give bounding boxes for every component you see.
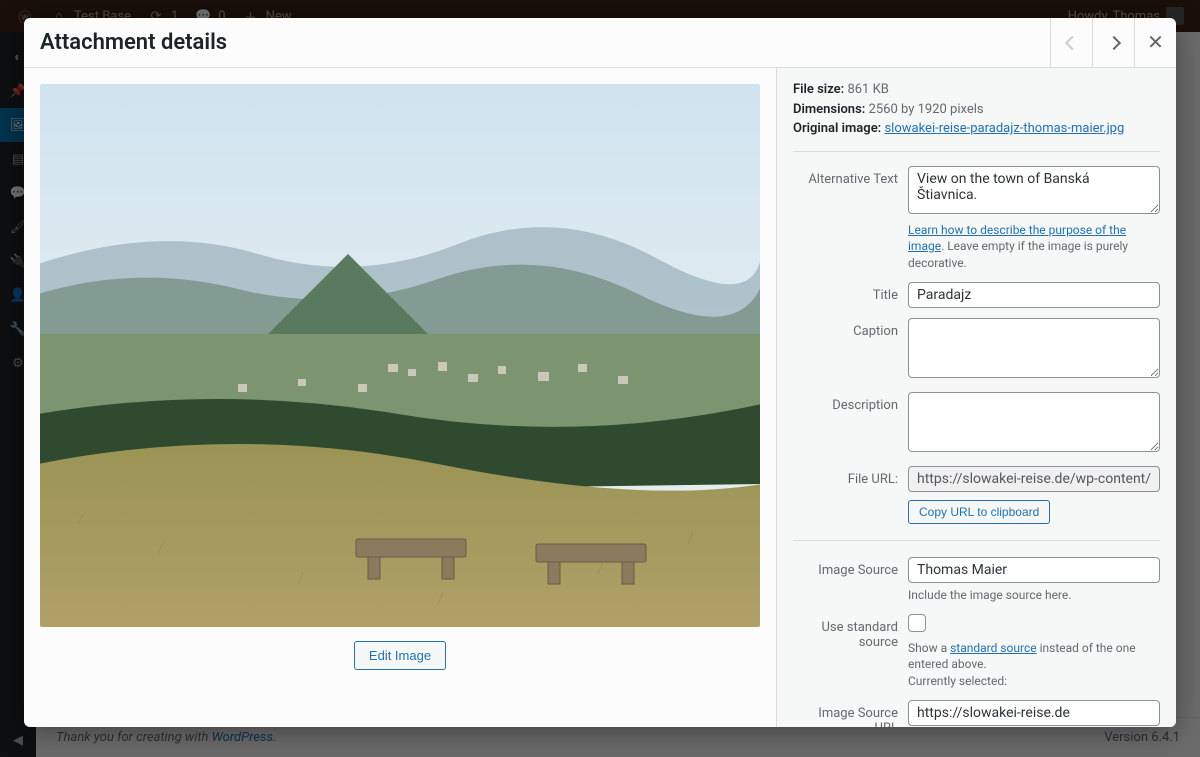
separator bbox=[793, 540, 1160, 541]
original-image-label: Original image: bbox=[793, 121, 881, 136]
modal-content: Edit Image File size: 861 KB Dimensions:… bbox=[24, 68, 1176, 727]
close-modal-button[interactable]: ✕ bbox=[1134, 18, 1176, 68]
modal-header: Attachment details ✕ bbox=[24, 18, 1176, 68]
attachment-details: File size: 861 KB Dimensions: 2560 by 19… bbox=[793, 80, 1160, 152]
dimensions-value: 2560 by 1920 pixels bbox=[869, 102, 984, 117]
attachment-info-panel: File size: 861 KB Dimensions: 2560 by 19… bbox=[776, 68, 1176, 727]
image-source-url-label: Image Source URL bbox=[793, 700, 908, 727]
file-url-input[interactable] bbox=[908, 466, 1160, 492]
chevron-right-icon bbox=[1106, 35, 1120, 49]
title-label: Title bbox=[793, 282, 908, 303]
attachment-settings: Alternative Text Learn how to describe t… bbox=[793, 166, 1160, 728]
attachment-image bbox=[40, 84, 760, 627]
image-source-label: Image Source bbox=[793, 557, 908, 578]
use-standard-source-label: Use standard source bbox=[793, 614, 908, 650]
caption-label: Caption bbox=[793, 318, 908, 339]
description-label: Description bbox=[793, 392, 908, 413]
caption-input[interactable] bbox=[908, 318, 1160, 378]
prev-attachment-button bbox=[1050, 18, 1092, 68]
file-size-label: File size: bbox=[793, 82, 844, 97]
description-input[interactable] bbox=[908, 392, 1160, 452]
use-standard-help-line2: Currently selected: bbox=[908, 674, 1007, 688]
original-image-link[interactable]: slowakei-reise-paradajz-thomas-maier.jpg bbox=[884, 121, 1124, 136]
edit-image-button[interactable]: Edit Image bbox=[354, 641, 446, 670]
image-source-help: Include the image source here. bbox=[908, 587, 1160, 604]
alt-text-input[interactable] bbox=[908, 166, 1160, 214]
file-url-label: File URL: bbox=[793, 466, 908, 487]
next-attachment-button[interactable] bbox=[1092, 18, 1134, 68]
chevron-left-icon bbox=[1064, 35, 1078, 49]
title-input[interactable] bbox=[908, 282, 1160, 308]
dimensions-label: Dimensions: bbox=[793, 102, 865, 117]
standard-source-link[interactable]: standard source bbox=[950, 641, 1037, 655]
alt-help-tail: . Leave empty if the image is purely dec… bbox=[908, 239, 1128, 270]
close-icon: ✕ bbox=[1147, 30, 1164, 55]
attachment-media-view: Edit Image bbox=[24, 68, 776, 727]
file-size-value: 861 KB bbox=[847, 82, 888, 97]
image-source-input[interactable] bbox=[908, 557, 1160, 583]
attachment-thumbnail bbox=[40, 84, 760, 627]
modal-title: Attachment details bbox=[40, 30, 1050, 55]
copy-url-button[interactable]: Copy URL to clipboard bbox=[908, 500, 1050, 524]
image-source-url-input[interactable] bbox=[908, 700, 1160, 726]
use-standard-help-prefix: Show a bbox=[908, 641, 950, 655]
attachment-details-modal: Attachment details ✕ bbox=[24, 18, 1176, 727]
alt-text-label: Alternative Text bbox=[793, 166, 908, 187]
use-standard-source-checkbox[interactable] bbox=[908, 614, 926, 632]
